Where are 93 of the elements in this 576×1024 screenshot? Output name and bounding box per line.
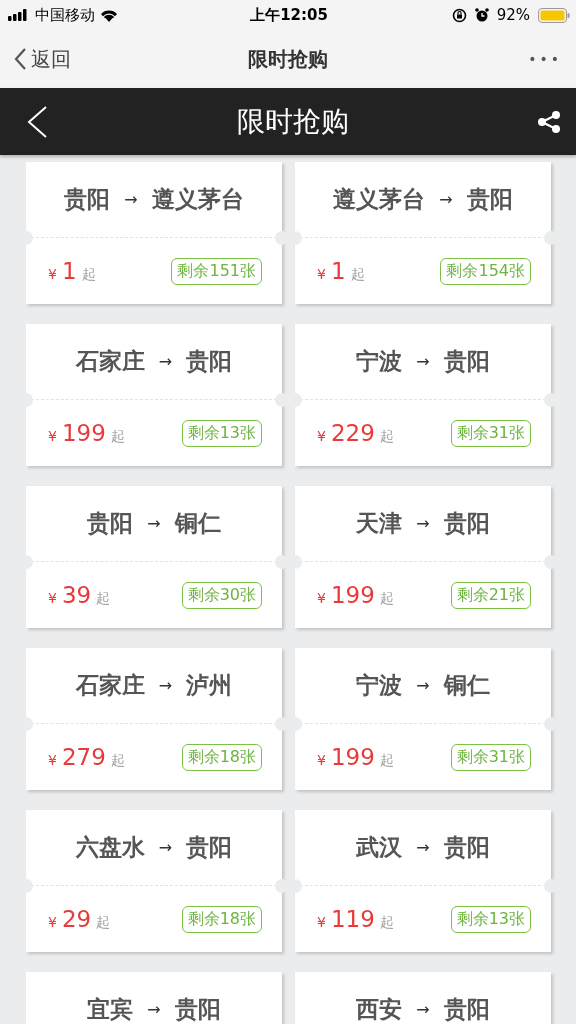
origin-city: 贵阳 — [64, 185, 111, 214]
origin-city: 宜宾 — [87, 995, 134, 1024]
destination-city: 铜仁 — [443, 671, 490, 700]
carrier-name: 中国移动 — [35, 5, 95, 25]
origin-city: 六盘水 — [75, 833, 145, 862]
remaining-tag: 剩余21张 — [450, 581, 531, 609]
currency-sign: ¥ — [317, 914, 326, 930]
origin-city: 宁波 — [356, 347, 403, 376]
remaining-tag: 剩余31张 — [450, 743, 531, 771]
price: 119 — [330, 906, 375, 932]
origin-city: 西安 — [356, 995, 403, 1024]
back-button[interactable]: 返回 — [14, 45, 104, 73]
price-suffix: 起 — [350, 266, 365, 284]
route-arrow: → — [147, 514, 161, 533]
remaining-tag: 剩余30张 — [181, 581, 262, 609]
origin-city: 宁波 — [356, 671, 403, 700]
currency-sign: ¥ — [317, 752, 326, 768]
price-suffix: 起 — [96, 914, 111, 932]
price-suffix: 起 — [110, 428, 125, 446]
origin-city: 遵义茅台 — [333, 185, 426, 214]
price: 39 — [61, 582, 92, 608]
ticket-card[interactable]: 西安 → 贵阳 — [295, 972, 551, 1024]
route-arrow: → — [416, 676, 430, 695]
route-arrow: → — [158, 676, 173, 695]
price: 199 — [61, 420, 106, 446]
price: 29 — [61, 906, 92, 932]
price-suffix: 起 — [379, 590, 394, 608]
destination-city: 铜仁 — [174, 509, 221, 538]
origin-city: 贵阳 — [87, 509, 134, 538]
currency-sign: ¥ — [48, 266, 57, 282]
origin-city: 天津 — [356, 509, 403, 538]
remaining-tag: 剩余18张 — [181, 743, 262, 771]
route-arrow: → — [147, 1000, 161, 1019]
route-arrow: → — [124, 190, 138, 209]
price-suffix: 起 — [379, 752, 394, 770]
chevron-left-icon — [14, 48, 27, 70]
back-icon[interactable] — [26, 105, 48, 138]
remaining-tag: 剩余151张 — [171, 257, 262, 285]
price: 1 — [330, 258, 346, 284]
price-suffix: 起 — [96, 590, 111, 608]
origin-city: 石家庄 — [75, 671, 145, 700]
currency-sign: ¥ — [317, 590, 326, 606]
destination-city: 贵阳 — [186, 347, 233, 376]
destination-city: 贵阳 — [443, 833, 490, 862]
ticket-card[interactable]: 宜宾 → 贵阳 — [26, 972, 282, 1024]
currency-sign: ¥ — [317, 266, 326, 282]
share-icon[interactable] — [537, 109, 561, 134]
clock-time: 上午12:05 — [250, 5, 328, 25]
route-arrow: → — [416, 838, 430, 857]
price: 199 — [330, 582, 375, 608]
price-suffix: 起 — [379, 428, 394, 446]
remaining-tag: 剩余18张 — [181, 905, 262, 933]
origin-city: 武汉 — [356, 833, 403, 862]
destination-city: 贵阳 — [443, 509, 490, 538]
price-suffix: 起 — [379, 914, 394, 932]
price-suffix: 起 — [110, 752, 125, 770]
battery-icon — [538, 7, 570, 23]
page-title: 限时抢购 — [248, 45, 328, 73]
destination-city: 贵阳 — [443, 347, 490, 376]
price: 199 — [330, 744, 375, 770]
price: 1 — [61, 258, 77, 284]
remaining-tag: 剩余13张 — [450, 905, 531, 933]
currency-sign: ¥ — [48, 914, 57, 930]
remaining-tag: 剩余154张 — [440, 257, 531, 285]
header-title: 限时抢购 — [236, 103, 349, 140]
currency-sign: ¥ — [48, 752, 57, 768]
destination-city: 贵阳 — [174, 995, 221, 1024]
price: 279 — [61, 744, 106, 770]
price: 229 — [330, 420, 375, 446]
wifi-icon — [100, 8, 118, 22]
price-suffix: 起 — [81, 266, 96, 284]
more-button[interactable]: ••• — [472, 51, 562, 67]
route-arrow: → — [416, 514, 430, 533]
remaining-tag: 剩余31张 — [450, 419, 531, 447]
destination-city: 遵义茅台 — [151, 185, 244, 214]
destination-city: 贵阳 — [186, 833, 233, 862]
destination-city: 贵阳 — [466, 185, 513, 214]
alarm-icon — [474, 8, 489, 22]
route-arrow: → — [439, 190, 453, 209]
remaining-tag: 剩余13张 — [181, 419, 262, 447]
route-arrow: → — [158, 838, 173, 857]
destination-city: 贵阳 — [443, 995, 490, 1024]
signal-icon — [8, 9, 30, 21]
currency-sign: ¥ — [48, 590, 57, 606]
battery-percent: 92% — [496, 6, 530, 24]
rotation-lock-icon — [451, 7, 467, 23]
route-arrow: → — [416, 352, 430, 371]
destination-city: 泸州 — [186, 671, 233, 700]
currency-sign: ¥ — [317, 428, 326, 444]
route-arrow: → — [158, 352, 173, 371]
origin-city: 石家庄 — [75, 347, 145, 376]
route-arrow: → — [416, 1000, 430, 1019]
currency-sign: ¥ — [48, 428, 57, 444]
